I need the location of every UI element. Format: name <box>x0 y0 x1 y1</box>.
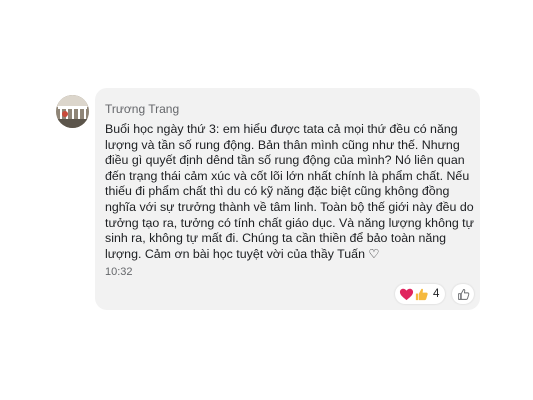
comment-timestamp: 10:32 <box>105 266 133 278</box>
comment-container: Trương Trang Buổi học ngày thứ 3: em hiể… <box>0 0 533 400</box>
comment-text: Buổi học ngày thứ 3: em hiểu được tata c… <box>105 122 474 261</box>
reactions-summary[interactable]: 4 <box>395 284 446 304</box>
comment-bubble: Trương Trang Buổi học ngày thứ 3: em hiể… <box>95 88 480 310</box>
thumbs-up-outline-icon <box>457 288 469 300</box>
heart-icon <box>399 287 414 302</box>
avatar[interactable] <box>56 95 89 128</box>
comment-author[interactable]: Trương Trang <box>105 102 179 116</box>
thumbs-up-icon <box>414 287 429 302</box>
like-button[interactable] <box>452 284 474 304</box>
reaction-count: 4 <box>433 288 440 300</box>
